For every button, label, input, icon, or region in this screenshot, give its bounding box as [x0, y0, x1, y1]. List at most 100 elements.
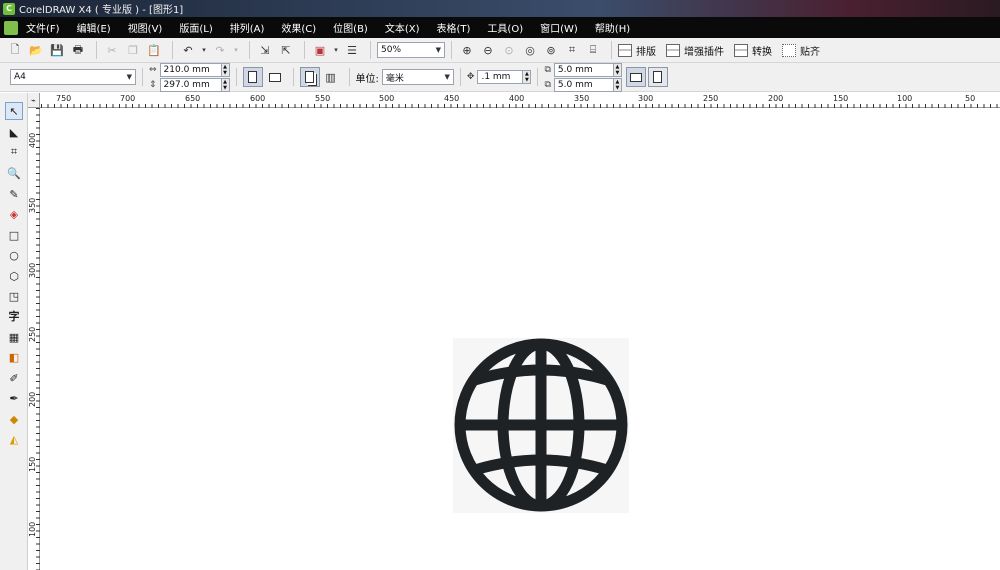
landscape-button[interactable] [264, 67, 285, 87]
page-height-field[interactable]: 297.0 mm [159, 77, 222, 92]
standard-toolbar: 🗋 📂 💾 🖶 ✂ ❐ 📋 ↶ ▾ ↷ ▾ ⇲ ⇱ ▣ ▾ ☰ 50% ▼ ⊕ ⊖… [0, 38, 1000, 63]
ruler-label: 150 [833, 94, 849, 103]
redo-icon[interactable]: ↷ [211, 41, 229, 59]
current-page-icon[interactable]: ▥ [322, 68, 340, 86]
ruler-label: 150 [28, 456, 37, 472]
undo-icon[interactable]: ↶ [179, 41, 197, 59]
pick-tool-icon[interactable]: ↖ [5, 102, 23, 120]
welcome-screen-icon[interactable]: ☰ [343, 41, 361, 59]
scale-outline-button[interactable] [647, 67, 668, 87]
globe-graphic[interactable] [453, 338, 629, 513]
duplicate-x-spinner[interactable]: ▲ ▼ [613, 62, 622, 77]
nudge-spinner[interactable]: ▲ ▼ [523, 70, 532, 84]
zoom-all-objects-icon[interactable]: ◎ [521, 41, 539, 59]
width-spinner[interactable]: ▲ ▼ [221, 62, 230, 77]
save-icon[interactable]: 💾 [48, 41, 66, 59]
layout-icon [618, 43, 632, 57]
outline-tool-icon[interactable]: ✒ [5, 389, 23, 407]
document-icon[interactable] [4, 20, 18, 35]
all-pages-icon [305, 71, 315, 83]
chevron-down-icon: ▼ [444, 73, 450, 81]
globe-icon [454, 338, 628, 512]
window-title: CorelDRAW X4 ( 专业版 ) - [图形1] [19, 5, 184, 16]
interactive-blend-tool-icon[interactable]: ◧ [5, 348, 23, 366]
eyedropper-tool-icon[interactable]: ✐ [5, 369, 23, 387]
ruler-label: 400 [28, 132, 37, 148]
menu-tools[interactable]: 工具(O) [487, 20, 523, 35]
menu-effects[interactable]: 效果(C) [281, 20, 316, 35]
zoom-out-icon[interactable]: ⊖ [479, 41, 497, 59]
polygon-tool-icon[interactable]: ⬡ [5, 267, 23, 285]
zoom-in-icon[interactable]: ⊕ [458, 41, 476, 59]
page-size-select[interactable]: A4 ▼ [10, 69, 136, 85]
drawing-canvas[interactable] [41, 109, 1000, 570]
menu-layout[interactable]: 版面(L) [179, 20, 212, 35]
height-spinner[interactable]: ▲ ▼ [221, 77, 230, 92]
units-select[interactable]: 毫米 ▼ [381, 69, 454, 85]
duplicate-x-field[interactable]: 5.0 mm [553, 62, 614, 77]
zoom-page-width-icon[interactable]: ⌗ [563, 41, 581, 59]
undo-dropdown-icon[interactable]: ▾ [200, 41, 208, 59]
menu-bitmaps[interactable]: 位图(B) [333, 20, 368, 35]
scale-outline-icon [653, 71, 663, 83]
all-pages-button[interactable] [299, 67, 320, 87]
smart-fill-tool-icon[interactable]: ◈ [5, 205, 23, 223]
convert-button[interactable]: 转换 [734, 43, 772, 58]
nudge-distance-field[interactable]: .1 mm [477, 70, 524, 84]
zoom-selected-icon[interactable]: ⊙ [500, 41, 518, 59]
menu-arrange[interactable]: 排列(A) [230, 20, 265, 35]
title-bar: C CorelDRAW X4 ( 专业版 ) - [图形1] [0, 0, 1000, 17]
portrait-button[interactable] [242, 67, 263, 87]
table-tool-icon[interactable]: ▦ [5, 328, 23, 346]
rectangle-tool-icon[interactable]: □ [5, 226, 23, 244]
ruler-origin-corner[interactable]: ⌁ [28, 93, 40, 108]
layout-button[interactable]: 排版 [618, 43, 656, 58]
menu-help[interactable]: 帮助(H) [595, 20, 630, 35]
menu-edit[interactable]: 编辑(E) [77, 20, 111, 35]
fill-tool-icon[interactable]: ◆ [5, 410, 23, 428]
text-tool-icon[interactable]: 字 [5, 307, 23, 325]
freehand-tool-icon[interactable]: ✎ [5, 185, 23, 203]
page-width-field[interactable]: 210.0 mm [159, 62, 222, 77]
zoom-levels-select[interactable]: 50% ▼ [377, 42, 445, 58]
print-icon[interactable]: 🖶 [69, 41, 87, 59]
menu-file[interactable]: 文件(F) [26, 20, 60, 35]
width-icon: ⇔ [149, 64, 157, 75]
paste-icon[interactable]: 📋 [145, 41, 163, 59]
ruler-label: 650 [185, 94, 201, 103]
shape-tool-icon[interactable]: ◣ [5, 123, 23, 141]
cut-icon[interactable]: ✂ [103, 41, 121, 59]
menu-text[interactable]: 文本(X) [385, 20, 420, 35]
menu-window[interactable]: 窗口(W) [540, 20, 578, 35]
application-launcher-icon[interactable]: ▣ [311, 41, 329, 59]
plugin-button[interactable]: 增强插件 [666, 43, 724, 58]
zoom-tool-icon[interactable]: 🔍 [5, 164, 23, 182]
redo-dropdown-icon[interactable]: ▾ [232, 41, 240, 59]
interactive-fill-tool-icon[interactable]: ◭ [5, 430, 23, 448]
duplicate-y-field[interactable]: 5.0 mm [553, 77, 614, 92]
draw-units-button[interactable] [625, 67, 646, 87]
snap-button[interactable]: 贴齐 [782, 43, 820, 58]
new-icon[interactable]: 🗋 [6, 41, 24, 59]
ruler-label: 300 [28, 262, 37, 278]
menu-view[interactable]: 视图(V) [128, 20, 163, 35]
menu-table[interactable]: 表格(T) [437, 20, 471, 35]
horizontal-ruler[interactable]: 750 700 650 600 550 500 450 400 350 300 … [28, 93, 1000, 108]
landscape-icon [268, 72, 281, 82]
page-dimensions: ⇔ 210.0 mm ▲ ▼ ⇕ 297.0 mm ▲ ▼ [149, 62, 230, 92]
ruler-label: 100 [28, 521, 37, 537]
open-icon[interactable]: 📂 [27, 41, 45, 59]
zoom-page-icon[interactable]: ⊚ [542, 41, 560, 59]
ruler-label: 700 [120, 94, 136, 103]
zoom-page-height-icon[interactable]: ⌸ [584, 41, 602, 59]
ruler-label: 250 [703, 94, 719, 103]
copy-icon[interactable]: ❐ [124, 41, 142, 59]
vertical-ruler[interactable]: 400 350 300 250 200 150 100 [28, 108, 40, 570]
duplicate-y-spinner[interactable]: ▲ ▼ [613, 77, 622, 92]
launcher-dropdown-icon[interactable]: ▾ [332, 41, 340, 59]
export-icon[interactable]: ⇱ [277, 41, 295, 59]
import-icon[interactable]: ⇲ [256, 41, 274, 59]
crop-tool-icon[interactable]: ⌗ [5, 143, 23, 161]
basic-shapes-tool-icon[interactable]: ◳ [5, 287, 23, 305]
ellipse-tool-icon[interactable]: ○ [5, 246, 23, 264]
